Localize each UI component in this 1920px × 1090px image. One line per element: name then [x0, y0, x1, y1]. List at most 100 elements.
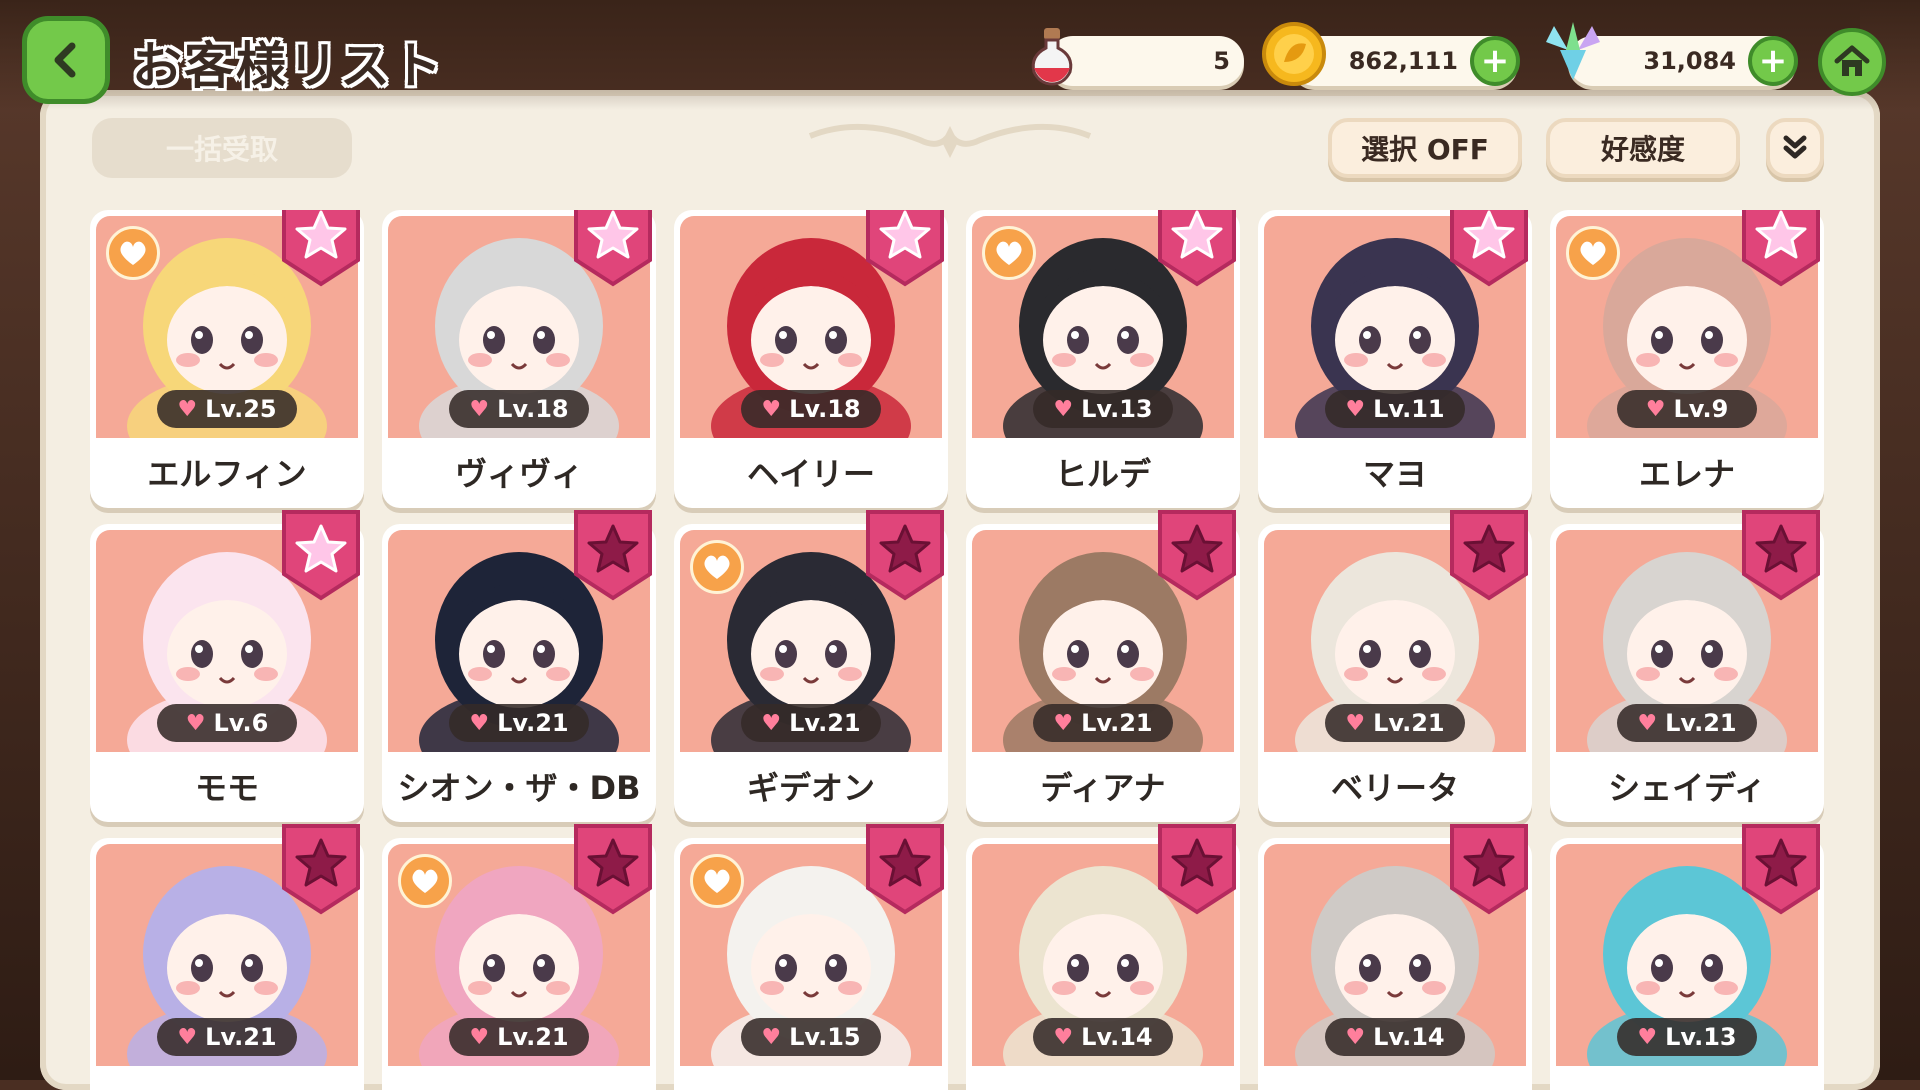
dark-star-ribbon-icon[interactable]: [864, 822, 946, 916]
level-badge: ♥ Lv.11: [1325, 390, 1465, 428]
favorite-heart-icon: [106, 226, 160, 280]
gem-icon: [1546, 22, 1600, 80]
heart-icon: ♥: [761, 710, 782, 736]
star-ribbon-icon[interactable]: [280, 508, 362, 602]
customer-card[interactable]: ♥ Lv.18 ヴィヴィ: [382, 210, 656, 508]
customer-name: エルフィン: [147, 455, 307, 493]
level-text: Lv.21: [497, 1023, 569, 1051]
level-badge: ♥ Lv.21: [1033, 704, 1173, 742]
dark-star-ribbon-icon[interactable]: [1156, 508, 1238, 602]
customer-name: [90, 1072, 364, 1090]
heart-icon: [412, 869, 438, 893]
customer-name: ヒルデ: [1054, 455, 1151, 493]
heart-icon: ♥: [469, 1024, 490, 1050]
star-ribbon-icon[interactable]: [864, 210, 946, 288]
bulk-receive-button[interactable]: 一括受取: [92, 118, 352, 178]
star-ribbon-icon[interactable]: [1156, 210, 1238, 288]
level-badge: ♥ Lv.21: [741, 704, 881, 742]
potion-count: 5: [1213, 47, 1230, 75]
heart-icon: ♥: [185, 710, 206, 736]
star-ribbon-icon[interactable]: [280, 210, 362, 288]
dark-star-ribbon-icon[interactable]: [1740, 822, 1822, 916]
level-badge: ♥ Lv.6: [157, 704, 297, 742]
add-gold-button[interactable]: +: [1470, 36, 1520, 86]
expand-button[interactable]: [1766, 118, 1824, 178]
level-badge: ♥ Lv.21: [449, 1018, 589, 1056]
level-text: Lv.14: [1081, 1023, 1153, 1051]
heart-icon: ♥: [1637, 710, 1658, 736]
add-gem-button[interactable]: +: [1748, 36, 1798, 86]
back-button[interactable]: [22, 16, 110, 104]
home-button[interactable]: [1818, 28, 1886, 96]
level-text: Lv.21: [1665, 709, 1737, 737]
dark-star-ribbon-icon[interactable]: [1740, 508, 1822, 602]
level-text: Lv.21: [497, 709, 569, 737]
customer-name: [674, 1072, 948, 1090]
level-badge: ♥ Lv.18: [741, 390, 881, 428]
level-badge: ♥ Lv.18: [449, 390, 589, 428]
customer-card[interactable]: ♥ Lv.13 ヒルデ: [966, 210, 1240, 508]
level-text: Lv.9: [1673, 395, 1729, 423]
customer-card[interactable]: ♥ Lv.21: [382, 824, 656, 1090]
customer-card[interactable]: ♥ Lv.21 ベリータ: [1258, 510, 1532, 822]
dark-star-ribbon-icon[interactable]: [1448, 822, 1530, 916]
heart-icon: ♥: [1345, 1024, 1366, 1050]
level-badge: ♥ Lv.13: [1033, 390, 1173, 428]
customer-card[interactable]: ♥ Lv.15: [674, 824, 948, 1090]
page-title: お客様リスト: [132, 37, 444, 95]
level-badge: ♥ Lv.21: [449, 704, 589, 742]
heart-icon: [704, 869, 730, 893]
level-text: Lv.11: [1373, 395, 1445, 423]
star-ribbon-icon[interactable]: [572, 210, 654, 288]
level-text: Lv.21: [789, 709, 861, 737]
customer-name: ギデオン: [746, 769, 875, 807]
customer-card[interactable]: ♥ Lv.13: [1550, 824, 1824, 1090]
customer-name: [966, 1072, 1240, 1090]
level-badge: ♥ Lv.21: [157, 1018, 297, 1056]
customer-card[interactable]: ♥ Lv.25 エルフィン: [90, 210, 364, 508]
customer-card[interactable]: ♥ Lv.21: [90, 824, 364, 1090]
customer-card[interactable]: ♥ Lv.9 エレナ: [1550, 210, 1824, 508]
select-toggle-button[interactable]: 選択 OFF: [1328, 118, 1522, 178]
level-badge: ♥ Lv.13: [1617, 1018, 1757, 1056]
customer-card[interactable]: ♥ Lv.11 マヨ: [1258, 210, 1532, 508]
level-badge: ♥ Lv.14: [1325, 1018, 1465, 1056]
gold-count: 862,111: [1348, 47, 1458, 75]
customer-card[interactable]: ♥ Lv.21 シェイディ: [1550, 510, 1824, 822]
heart-icon: ♥: [469, 710, 490, 736]
customer-name: ヘイリー: [746, 455, 875, 493]
heart-icon: ♥: [1053, 1024, 1074, 1050]
customer-card[interactable]: ♥ Lv.14: [1258, 824, 1532, 1090]
favorite-heart-icon: [1566, 226, 1620, 280]
customer-name: エレナ: [1638, 455, 1735, 493]
customer-card[interactable]: ♥ Lv.14: [966, 824, 1240, 1090]
customer-card[interactable]: ♥ Lv.18 ヘイリー: [674, 210, 948, 508]
favorite-heart-icon: [690, 854, 744, 908]
customer-card[interactable]: ♥ Lv.21 シオン・ザ・DB: [382, 510, 656, 822]
dark-star-ribbon-icon[interactable]: [572, 508, 654, 602]
dark-star-ribbon-icon[interactable]: [864, 508, 946, 602]
customer-grid: ♥ Lv.25 エルフィン ♥ Lv.18 ヴィヴィ ♥ Lv.18 ヘイリー ♥ Lv.13 ヒルデ…: [90, 210, 1840, 1090]
customer-card[interactable]: ♥ Lv.21 ギデオン: [674, 510, 948, 822]
customer-name: [382, 1072, 656, 1090]
level-text: Lv.18: [789, 395, 861, 423]
level-text: Lv.14: [1373, 1023, 1445, 1051]
level-text: Lv.18: [497, 395, 569, 423]
customer-name: モモ: [194, 769, 259, 807]
heart-icon: ♥: [1345, 396, 1366, 422]
back-arrow-icon: [54, 42, 76, 78]
level-text: Lv.15: [789, 1023, 861, 1051]
customer-card[interactable]: ♥ Lv.6 モモ: [90, 510, 364, 822]
dark-star-ribbon-icon[interactable]: [572, 822, 654, 916]
heart-icon: [996, 241, 1022, 265]
dark-star-ribbon-icon[interactable]: [280, 822, 362, 916]
customer-card[interactable]: ♥ Lv.21 ディアナ: [966, 510, 1240, 822]
dark-star-ribbon-icon[interactable]: [1448, 508, 1530, 602]
level-badge: ♥ Lv.14: [1033, 1018, 1173, 1056]
heart-icon: ♥: [1637, 1024, 1658, 1050]
customer-name: マヨ: [1362, 455, 1427, 493]
sort-button[interactable]: 好感度: [1546, 118, 1740, 178]
star-ribbon-icon[interactable]: [1448, 210, 1530, 288]
star-ribbon-icon[interactable]: [1740, 210, 1822, 288]
dark-star-ribbon-icon[interactable]: [1156, 822, 1238, 916]
